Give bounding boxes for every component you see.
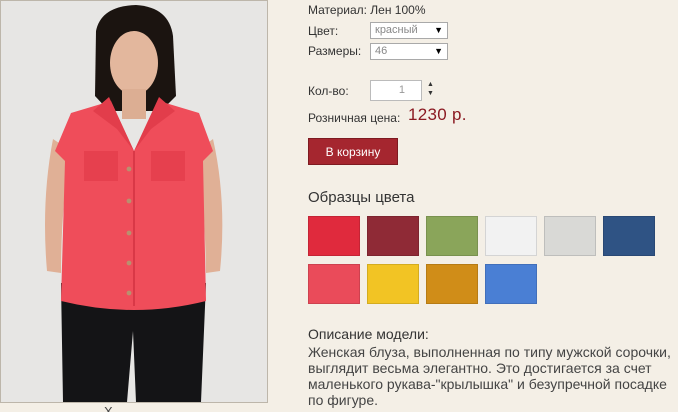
- quantity-label: Кол-во:: [308, 84, 349, 98]
- swatch-coral[interactable]: [308, 264, 360, 304]
- swatch-yellow[interactable]: [367, 264, 419, 304]
- description-text: Женская блуза, выполненная по типу мужск…: [308, 344, 671, 408]
- color-label: Цвет:: [308, 24, 339, 38]
- photo-caption: Х: [104, 404, 113, 412]
- product-photo[interactable]: [0, 0, 268, 403]
- swatch-red[interactable]: [308, 216, 360, 256]
- swatch-blue[interactable]: [485, 264, 537, 304]
- swatch-white[interactable]: [485, 216, 537, 256]
- color-select[interactable]: красный ▼: [370, 22, 448, 39]
- decrement-arrow-icon[interactable]: ▼: [427, 89, 437, 98]
- swatch-light-gray[interactable]: [544, 216, 596, 256]
- material-info: Материал: Лен 100%: [308, 3, 426, 17]
- increment-arrow-icon[interactable]: ▲: [427, 80, 437, 89]
- retail-price: 1230 р.: [408, 105, 467, 124]
- swatch-burgundy[interactable]: [367, 216, 419, 256]
- swatch-mustard[interactable]: [426, 264, 478, 304]
- size-label: Размеры:: [308, 44, 362, 58]
- retail-price-label: Розничная цена:: [308, 111, 401, 125]
- dropdown-arrow-icon: ▼: [434, 25, 443, 35]
- color-samples-title: Образцы цвета: [308, 189, 415, 206]
- quantity-input[interactable]: 1: [370, 80, 422, 101]
- color-select-value: красный: [375, 24, 418, 36]
- swatch-green[interactable]: [426, 216, 478, 256]
- size-select[interactable]: 46 ▼: [370, 43, 448, 60]
- swatch-navy[interactable]: [603, 216, 655, 256]
- size-select-value: 46: [375, 45, 388, 57]
- description-title: Описание модели:: [308, 326, 429, 342]
- add-to-cart-button[interactable]: В корзину: [308, 138, 398, 165]
- dropdown-arrow-icon: ▼: [434, 46, 443, 56]
- quantity-stepper[interactable]: ▲ ▼: [427, 80, 437, 98]
